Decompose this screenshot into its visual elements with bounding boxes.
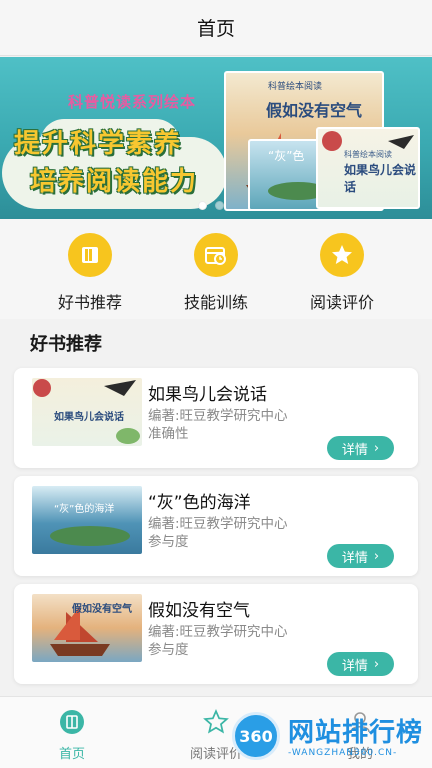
menu-item-skill-training[interactable]: 技能训练 — [156, 233, 276, 313]
menu-item-good-books[interactable]: 好书推荐 — [30, 233, 150, 313]
detail-button-label: 详情 — [341, 550, 368, 566]
page-title: 首页 — [196, 18, 235, 40]
watermark-badge: 360 — [232, 712, 280, 760]
watermark-subtext: -WANGZHAN360.CN- — [288, 748, 398, 758]
carousel-indicator[interactable] — [198, 201, 224, 210]
book-author: 编著:旺豆教学研究中心 — [148, 516, 288, 532]
book-metric: 参与度 — [148, 642, 189, 658]
watermark: 360 网站排行榜 -WANGZHAN360.CN- — [226, 708, 432, 768]
detail-button[interactable]: 详情 › — [327, 652, 394, 676]
island-illustration-icon — [50, 526, 130, 546]
book-title: 如果鸟儿会说话 — [148, 385, 267, 405]
menu-item-reading-evaluation[interactable]: 阅读评价 — [282, 233, 402, 313]
banner-book-cover: 科普绘本阅读 如果鸟儿会说话 — [316, 127, 420, 209]
book-title: 假如没有空气 — [148, 601, 250, 621]
book-thumbnail: 假如没有空气 — [32, 594, 142, 662]
thumbnail-title: 如果鸟儿会说话 — [54, 412, 124, 423]
banner-subtitle: 科普悦读系列绘本 — [68, 93, 197, 111]
section-title: 好书推荐 — [30, 334, 102, 355]
watermark-text: 网站排行榜 — [288, 718, 424, 748]
book-thumbnail: 如果鸟儿会说话 — [32, 378, 142, 446]
book-author: 编著:旺豆教学研究中心 — [148, 624, 288, 640]
thumbnail-title: 假如没有空气 — [72, 604, 132, 615]
book-card[interactable]: 如果鸟儿会说话 如果鸟儿会说话 编著:旺豆教学研究中心 准确性 详情 › — [14, 368, 418, 468]
star-icon — [320, 233, 364, 277]
menu-item-label: 阅读评价 — [309, 293, 374, 312]
banner-headline: 培养阅读能力 — [30, 167, 199, 197]
detail-button[interactable]: 详情 › — [327, 436, 394, 460]
chevron-right-icon: › — [373, 440, 380, 456]
thumbnail-title: “灰”色的海洋 — [54, 504, 115, 515]
carousel-dot[interactable] — [198, 201, 207, 210]
nav-item-home[interactable]: 首页 — [12, 709, 132, 762]
menu-item-label: 好书推荐 — [57, 293, 122, 312]
chevron-right-icon: › — [373, 656, 380, 672]
book-thumbnail: “灰”色的海洋 — [32, 486, 142, 554]
book-card[interactable]: 假如没有空气 假如没有空气 编著:旺豆教学研究中心 参与度 详情 › — [14, 584, 418, 684]
book-metric: 准确性 — [148, 426, 189, 442]
book-title: “灰”色的海洋 — [148, 493, 251, 513]
top-bar: 首页 — [0, 0, 432, 56]
menu-item-label: 技能训练 — [183, 293, 248, 312]
book-metric: 参与度 — [148, 534, 189, 550]
bird-illustration-icon — [322, 131, 414, 151]
book-author: 编著:旺豆教学研究中心 — [148, 408, 288, 424]
feature-menu: 好书推荐 技能训练 阅读评价 — [0, 219, 432, 319]
chevron-right-icon: › — [373, 548, 380, 564]
book-card[interactable]: “灰”色的海洋 “灰”色的海洋 编著:旺豆教学研究中心 参与度 详情 › — [14, 476, 418, 576]
carousel-dot[interactable] — [215, 201, 224, 210]
promo-banner[interactable]: 科普悦读系列绘本 提升科学素养 培养阅读能力 科普绘本阅读 假如没有空气 “灰”… — [0, 57, 432, 219]
book-icon — [68, 233, 112, 277]
detail-button-label: 详情 — [341, 442, 368, 458]
detail-button[interactable]: 详情 › — [327, 544, 394, 568]
calendar-clock-icon — [194, 233, 238, 277]
nav-label: 首页 — [58, 747, 85, 762]
banner-headline: 提升科学素养 — [14, 129, 183, 159]
detail-button-label: 详情 — [341, 658, 368, 674]
home-book-icon — [60, 710, 84, 734]
